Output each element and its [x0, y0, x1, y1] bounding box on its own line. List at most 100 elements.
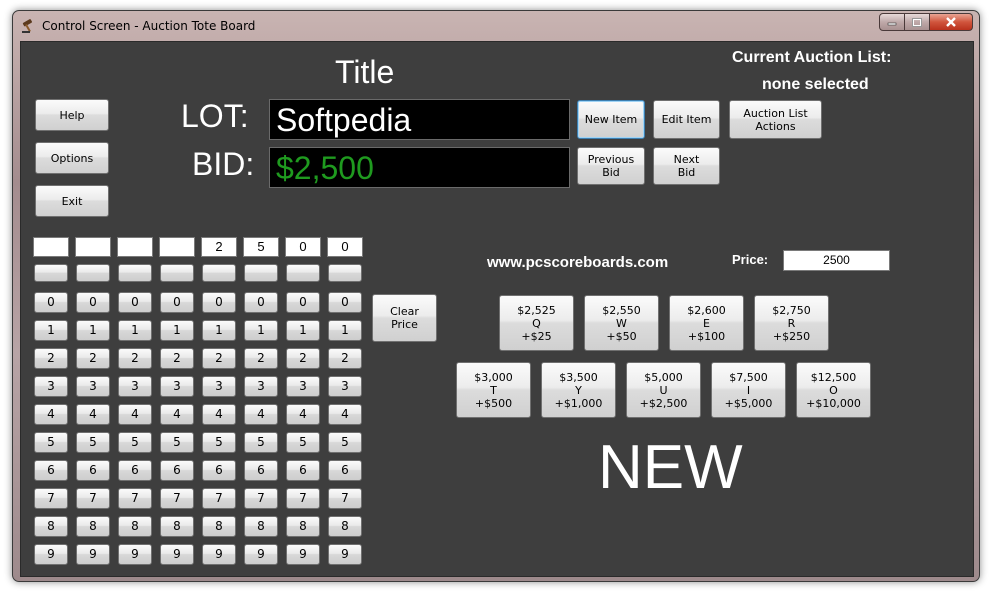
new-item-button[interactable]: New Item: [577, 100, 645, 139]
quick-bid-button-w[interactable]: $2,550 W +$50: [584, 295, 659, 351]
digit-button-col3-row7[interactable]: 6: [118, 460, 152, 481]
digit-button-col4-row1[interactable]: 0: [160, 292, 194, 313]
digit-button-col2-row1[interactable]: 0: [76, 292, 110, 313]
digit-button-col8-row1[interactable]: 0: [328, 292, 362, 313]
digit-button-col3-row8[interactable]: 7: [118, 488, 152, 509]
digit-display-2[interactable]: [75, 237, 111, 257]
digit-button-col2-row7[interactable]: 6: [76, 460, 110, 481]
lot-display[interactable]: Softpedia: [269, 99, 570, 140]
digit-button-col8-row7[interactable]: 6: [328, 460, 362, 481]
digit-button-col8-row9[interactable]: 8: [328, 516, 362, 537]
digit-button-col4-row2[interactable]: 1: [160, 320, 194, 341]
close-button[interactable]: [930, 13, 973, 31]
auction-list-actions-button[interactable]: Auction List Actions: [729, 100, 822, 139]
digit-button-col1-row5[interactable]: 4: [34, 404, 68, 425]
digit-button-col6-row0[interactable]: [244, 264, 278, 282]
digit-button-col7-row7[interactable]: 6: [286, 460, 320, 481]
digit-button-col4-row9[interactable]: 8: [160, 516, 194, 537]
digit-button-col3-row0[interactable]: [118, 264, 152, 282]
quick-bid-button-t[interactable]: $3,000 T +$500: [456, 362, 531, 418]
digit-display-5[interactable]: 2: [201, 237, 237, 257]
digit-button-col6-row10[interactable]: 9: [244, 544, 278, 565]
digit-button-col1-row10[interactable]: 9: [34, 544, 68, 565]
digit-button-col7-row2[interactable]: 1: [286, 320, 320, 341]
digit-button-col7-row5[interactable]: 4: [286, 404, 320, 425]
title-bar[interactable]: Control Screen - Auction Tote Board: [13, 11, 979, 41]
digit-button-col1-row9[interactable]: 8: [34, 516, 68, 537]
digit-button-col1-row6[interactable]: 5: [34, 432, 68, 453]
previous-bid-button[interactable]: Previous Bid: [577, 147, 645, 185]
exit-button[interactable]: Exit: [35, 185, 109, 217]
digit-button-col8-row5[interactable]: 4: [328, 404, 362, 425]
edit-item-button[interactable]: Edit Item: [653, 100, 720, 139]
digit-button-col4-row10[interactable]: 9: [160, 544, 194, 565]
digit-button-col6-row1[interactable]: 0: [244, 292, 278, 313]
digit-button-col3-row3[interactable]: 2: [118, 348, 152, 369]
digit-button-col5-row2[interactable]: 1: [202, 320, 236, 341]
quick-bid-button-e[interactable]: $2,600 E +$100: [669, 295, 744, 351]
quick-bid-button-o[interactable]: $12,500 O +$10,000: [796, 362, 871, 418]
digit-button-col4-row6[interactable]: 5: [160, 432, 194, 453]
digit-button-col7-row6[interactable]: 5: [286, 432, 320, 453]
digit-button-col5-row1[interactable]: 0: [202, 292, 236, 313]
digit-button-col4-row0[interactable]: [160, 264, 194, 282]
digit-button-col2-row0[interactable]: [76, 264, 110, 282]
digit-button-col1-row1[interactable]: 0: [34, 292, 68, 313]
digit-button-col1-row8[interactable]: 7: [34, 488, 68, 509]
digit-button-col4-row8[interactable]: 7: [160, 488, 194, 509]
digit-display-4[interactable]: [159, 237, 195, 257]
digit-button-col7-row4[interactable]: 3: [286, 376, 320, 397]
digit-button-col4-row4[interactable]: 3: [160, 376, 194, 397]
options-button[interactable]: Options: [35, 142, 109, 174]
help-button[interactable]: Help: [35, 99, 109, 131]
digit-button-col1-row7[interactable]: 6: [34, 460, 68, 481]
quick-bid-button-u[interactable]: $5,000 U +$2,500: [626, 362, 701, 418]
digit-button-col2-row5[interactable]: 4: [76, 404, 110, 425]
digit-button-col6-row2[interactable]: 1: [244, 320, 278, 341]
digit-button-col5-row7[interactable]: 6: [202, 460, 236, 481]
digit-button-col4-row7[interactable]: 6: [160, 460, 194, 481]
quick-bid-button-q[interactable]: $2,525 Q +$25: [499, 295, 574, 351]
digit-button-col5-row10[interactable]: 9: [202, 544, 236, 565]
digit-button-col2-row9[interactable]: 8: [76, 516, 110, 537]
digit-button-col3-row9[interactable]: 8: [118, 516, 152, 537]
digit-button-col7-row0[interactable]: [286, 264, 320, 282]
digit-button-col2-row10[interactable]: 9: [76, 544, 110, 565]
digit-button-col7-row1[interactable]: 0: [286, 292, 320, 313]
bid-display[interactable]: $2,500: [269, 147, 570, 188]
digit-button-col5-row6[interactable]: 5: [202, 432, 236, 453]
digit-button-col6-row4[interactable]: 3: [244, 376, 278, 397]
digit-button-col3-row5[interactable]: 4: [118, 404, 152, 425]
digit-button-col4-row3[interactable]: 2: [160, 348, 194, 369]
digit-button-col3-row4[interactable]: 3: [118, 376, 152, 397]
digit-button-col1-row0[interactable]: [34, 264, 68, 282]
digit-button-col5-row3[interactable]: 2: [202, 348, 236, 369]
digit-button-col8-row4[interactable]: 3: [328, 376, 362, 397]
digit-button-col6-row7[interactable]: 6: [244, 460, 278, 481]
digit-button-col2-row8[interactable]: 7: [76, 488, 110, 509]
digit-button-col6-row9[interactable]: 8: [244, 516, 278, 537]
digit-button-col5-row8[interactable]: 7: [202, 488, 236, 509]
digit-display-3[interactable]: [117, 237, 153, 257]
digit-button-col2-row2[interactable]: 1: [76, 320, 110, 341]
digit-button-col2-row4[interactable]: 3: [76, 376, 110, 397]
quick-bid-button-r[interactable]: $2,750 R +$250: [754, 295, 829, 351]
digit-button-col2-row3[interactable]: 2: [76, 348, 110, 369]
digit-button-col1-row4[interactable]: 3: [34, 376, 68, 397]
digit-button-col6-row3[interactable]: 2: [244, 348, 278, 369]
digit-display-1[interactable]: [33, 237, 69, 257]
digit-button-col6-row6[interactable]: 5: [244, 432, 278, 453]
digit-button-col8-row6[interactable]: 5: [328, 432, 362, 453]
digit-button-col3-row1[interactable]: 0: [118, 292, 152, 313]
minimize-button[interactable]: [879, 13, 905, 31]
next-bid-button[interactable]: Next Bid: [653, 147, 720, 185]
digit-button-col6-row8[interactable]: 7: [244, 488, 278, 509]
maximize-button[interactable]: [905, 13, 930, 31]
digit-button-col3-row10[interactable]: 9: [118, 544, 152, 565]
digit-button-col8-row3[interactable]: 2: [328, 348, 362, 369]
digit-button-col3-row2[interactable]: 1: [118, 320, 152, 341]
digit-button-col8-row0[interactable]: [328, 264, 362, 282]
price-input[interactable]: 2500: [783, 250, 890, 271]
digit-button-col5-row9[interactable]: 8: [202, 516, 236, 537]
digit-button-col5-row0[interactable]: [202, 264, 236, 282]
